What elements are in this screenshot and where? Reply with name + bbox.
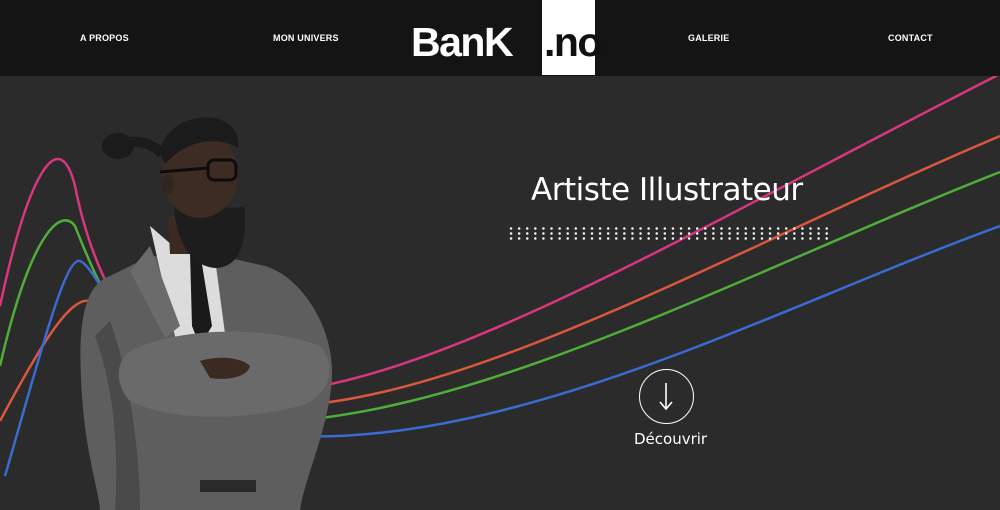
site-logo[interactable]: BanK .no [411, 0, 602, 76]
portrait-ear [162, 174, 174, 194]
logo-text-bank: BanK [411, 19, 514, 65]
portrait-hair-tie [129, 136, 166, 158]
nav-link-a-propos[interactable]: A PROPOS [80, 33, 129, 43]
portrait-hair-bun [102, 133, 134, 159]
nav-link-galerie[interactable]: GALERIE [688, 33, 729, 43]
hero-section: Artiste Illustrateur Découvrir [0, 76, 1000, 510]
artist-portrait [80, 117, 333, 510]
dotted-divider [507, 226, 829, 240]
discover-label[interactable]: Découvrir [634, 430, 707, 448]
site-header: A PROPOS MON UNIVERS BanK .no GALERIE CO… [0, 0, 1000, 76]
arrow-down-icon [659, 383, 673, 411]
discover-button[interactable] [639, 369, 694, 424]
nav-link-mon-univers[interactable]: MON UNIVERS [273, 33, 339, 43]
portrait-belt [200, 480, 256, 492]
logo-text-no: .no [544, 19, 602, 65]
hero-title: Artiste Illustrateur [531, 172, 803, 208]
nav-link-contact[interactable]: CONTACT [888, 33, 933, 43]
